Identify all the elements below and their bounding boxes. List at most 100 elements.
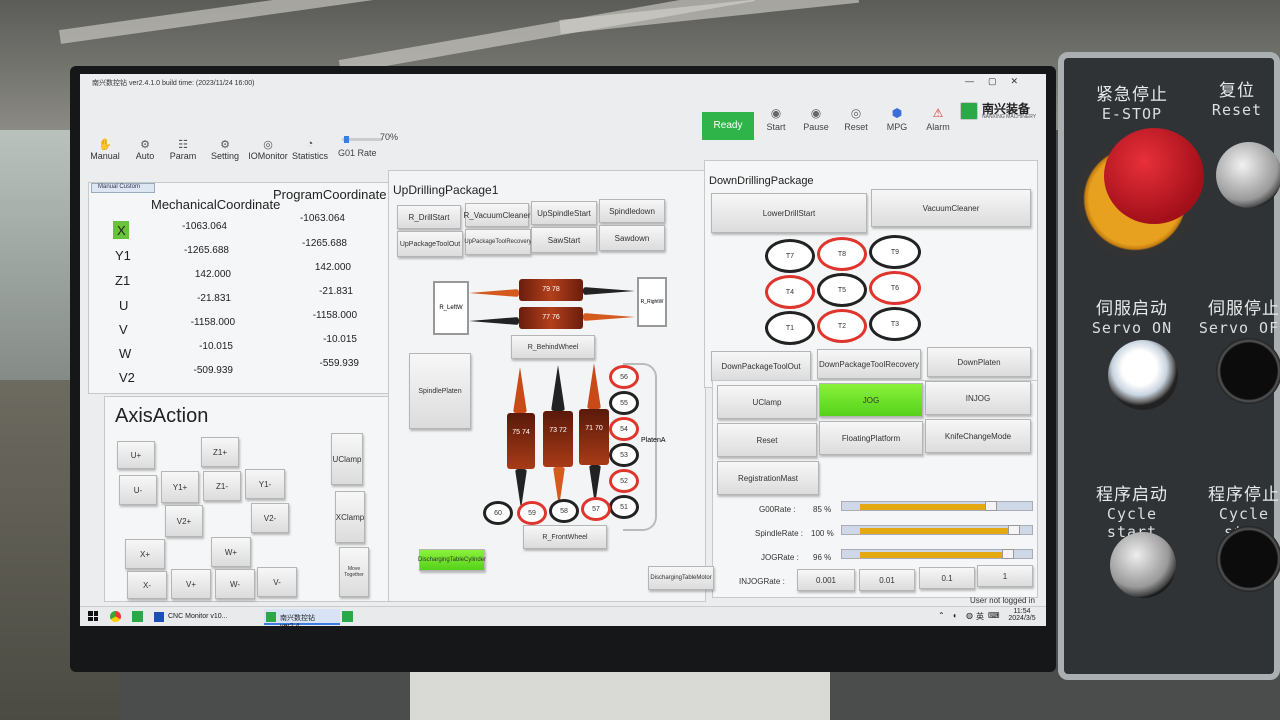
knifechangemode-button[interactable]: KnifeChangeMode (925, 419, 1031, 453)
pause-button[interactable]: ◉ Pause (796, 106, 836, 132)
tool-ring-54[interactable]: 54 (609, 417, 639, 441)
tool-t7[interactable]: T7 (765, 239, 815, 273)
dischargingtablecylinder-button[interactable]: DischargingTableCylinder (418, 549, 486, 571)
tool-ring-60[interactable]: 60 (483, 501, 513, 525)
tool-t5[interactable]: T5 (817, 273, 867, 307)
menu-iomonitor[interactable]: ◎ IOMonitor (248, 138, 288, 161)
uclamp-mode-button[interactable]: UClamp (717, 385, 817, 419)
reset-mode-button[interactable]: Reset (717, 423, 817, 457)
servo-on-button[interactable] (1108, 340, 1178, 410)
injog-option-001[interactable]: 0.01 (859, 569, 915, 591)
axis-button-u-plus[interactable]: U+ (117, 441, 155, 469)
downpackagetoolout-button[interactable]: DownPackageToolOut (711, 351, 811, 381)
downplaten-button[interactable]: DownPlaten (927, 347, 1031, 377)
menu-auto[interactable]: ⚙ Auto (130, 138, 160, 161)
spindleplaten-button[interactable]: SpindlePlaten (409, 353, 471, 429)
sawdown-button[interactable]: Sawdown (599, 225, 665, 251)
reset-button[interactable]: ◎ Reset (836, 106, 876, 132)
app-icon[interactable] (342, 611, 353, 622)
tray-icons[interactable]: ⌃ ◐ ◍ (938, 611, 976, 620)
cycle-start-button[interactable] (1110, 532, 1176, 598)
tool-ring-57[interactable]: 57 (581, 497, 611, 521)
minimize-button[interactable]: — (965, 76, 988, 86)
taskbar-item-nanxing[interactable]: 南兴数控钻 ver2.4... (264, 609, 340, 626)
move-together-button[interactable]: Move Together (339, 547, 369, 597)
r-drillstart-button[interactable]: R_DrillStart (397, 205, 461, 229)
menu-manual[interactable]: ✋ Manual (90, 138, 120, 161)
mpg-button[interactable]: ⬢ MPG (877, 106, 917, 132)
axis-button-u-minus[interactable]: U- (119, 475, 157, 505)
axis-button-v-minus[interactable]: V- (257, 567, 297, 597)
tool-t1[interactable]: T1 (765, 311, 815, 345)
axis-button-y1-minus[interactable]: Y1- (245, 469, 285, 499)
uclamp-button[interactable]: UClamp (331, 433, 363, 485)
uppackagetoolrecovery-button[interactable]: UpPackageToolRecovery (464, 229, 532, 255)
g00rate-thumb[interactable] (984, 501, 997, 511)
tool-ring-52[interactable]: 52 (609, 469, 639, 493)
tool-t3[interactable]: T3 (869, 307, 921, 341)
r-frontwheel-button[interactable]: R_FrontWheel (523, 525, 607, 549)
axis-button-z1-plus[interactable]: Z1+ (201, 437, 239, 467)
sawstart-button[interactable]: SawStart (531, 227, 597, 253)
tool-t9[interactable]: T9 (869, 235, 921, 269)
r-behindwheel-button[interactable]: R_BehindWheel (511, 335, 595, 359)
axis-button-v-plus[interactable]: V+ (171, 569, 211, 599)
reset-physical-button[interactable] (1216, 142, 1280, 208)
tool-ring-51[interactable]: 51 (609, 495, 639, 519)
windows-start-icon[interactable] (88, 611, 98, 621)
injog-option-0001[interactable]: 0.001 (797, 569, 855, 591)
menu-param[interactable]: ☷ Param (168, 138, 198, 161)
servo-off-button[interactable] (1216, 338, 1280, 404)
axis-button-w-plus[interactable]: W+ (211, 537, 251, 567)
keyboard-icon[interactable]: ⌨ (988, 611, 1000, 620)
estop-button[interactable] (1104, 128, 1204, 224)
axis-button-x-minus[interactable]: X- (127, 571, 167, 599)
tool-t4[interactable]: T4 (765, 275, 815, 309)
axis-button-x-plus[interactable]: X+ (125, 539, 165, 569)
upspindlestart-button[interactable]: UpSpindleStart (531, 201, 597, 225)
registrationmast-button[interactable]: RegistrationMast (717, 461, 819, 495)
injog-option-1[interactable]: 1 (977, 565, 1033, 587)
spindlerate-slider[interactable] (841, 525, 1033, 535)
maximize-button[interactable]: ▢ (988, 76, 1011, 86)
tool-ring-59[interactable]: 59 (517, 501, 547, 525)
jograte-thumb[interactable] (1001, 549, 1014, 559)
clock[interactable]: 11:54 2024/3/5 (1002, 608, 1042, 622)
taskbar-item-cnc-monitor[interactable]: CNC Monitor v10... (152, 609, 262, 625)
tool-t2[interactable]: T2 (817, 309, 867, 343)
r-vacuumcleaner-button[interactable]: R_VacuumCleaner (464, 203, 531, 227)
tool-ring-55[interactable]: 55 (609, 391, 639, 415)
injog-option-01[interactable]: 0.1 (919, 567, 975, 589)
tool-ring-58[interactable]: 58 (549, 499, 579, 523)
axis-button-v2-plus[interactable]: V2+ (165, 505, 203, 537)
tool-t8[interactable]: T8 (817, 237, 867, 271)
axis-button-z1-minus[interactable]: Z1- (203, 471, 241, 501)
alarm-button[interactable]: ⚠ Alarm (918, 106, 958, 132)
injog-button[interactable]: INJOG (925, 381, 1031, 415)
xclamp-button[interactable]: XClamp (335, 491, 365, 543)
g00rate-slider[interactable] (841, 501, 1033, 511)
tool-ring-53[interactable]: 53 (609, 443, 639, 467)
menu-statistics[interactable]: ◔ Statistics (290, 138, 330, 161)
spindledown-button[interactable]: Spindledown (599, 199, 665, 223)
close-button[interactable]: ✕ (1010, 76, 1032, 86)
g01-rate-thumb[interactable] (344, 136, 349, 143)
start-button[interactable]: ◉ Start (756, 106, 796, 132)
axis-button-v2-minus[interactable]: V2- (251, 503, 289, 533)
jog-button[interactable]: JOG (819, 383, 923, 417)
tool-ring-56[interactable]: 56 (609, 365, 639, 389)
floatingplatform-button[interactable]: FloatingPlatform (819, 421, 923, 455)
ime-indicator[interactable]: 英 (976, 611, 984, 622)
menu-setting[interactable]: ⚙ Setting (208, 138, 242, 161)
axis-button-y1-plus[interactable]: Y1+ (161, 471, 199, 503)
app-icon[interactable] (132, 611, 143, 622)
g01-rate-track[interactable] (342, 136, 382, 143)
jograte-slider[interactable] (841, 549, 1033, 559)
downpackagetoolrecovery-button[interactable]: DownPackageToolRecovery (817, 349, 921, 379)
dischargingtablemotor-button[interactable]: DischargingTableMotor (648, 566, 714, 590)
tab-manual-custom[interactable]: Manual Custom (91, 183, 155, 193)
axis-button-w-minus[interactable]: W- (215, 569, 255, 599)
lowerdrillstart-button[interactable]: LowerDrillStart (711, 193, 867, 233)
uppackagetoolout-button[interactable]: UpPackageToolOut (397, 231, 463, 257)
window-controls[interactable]: —▢✕ (965, 76, 1032, 87)
